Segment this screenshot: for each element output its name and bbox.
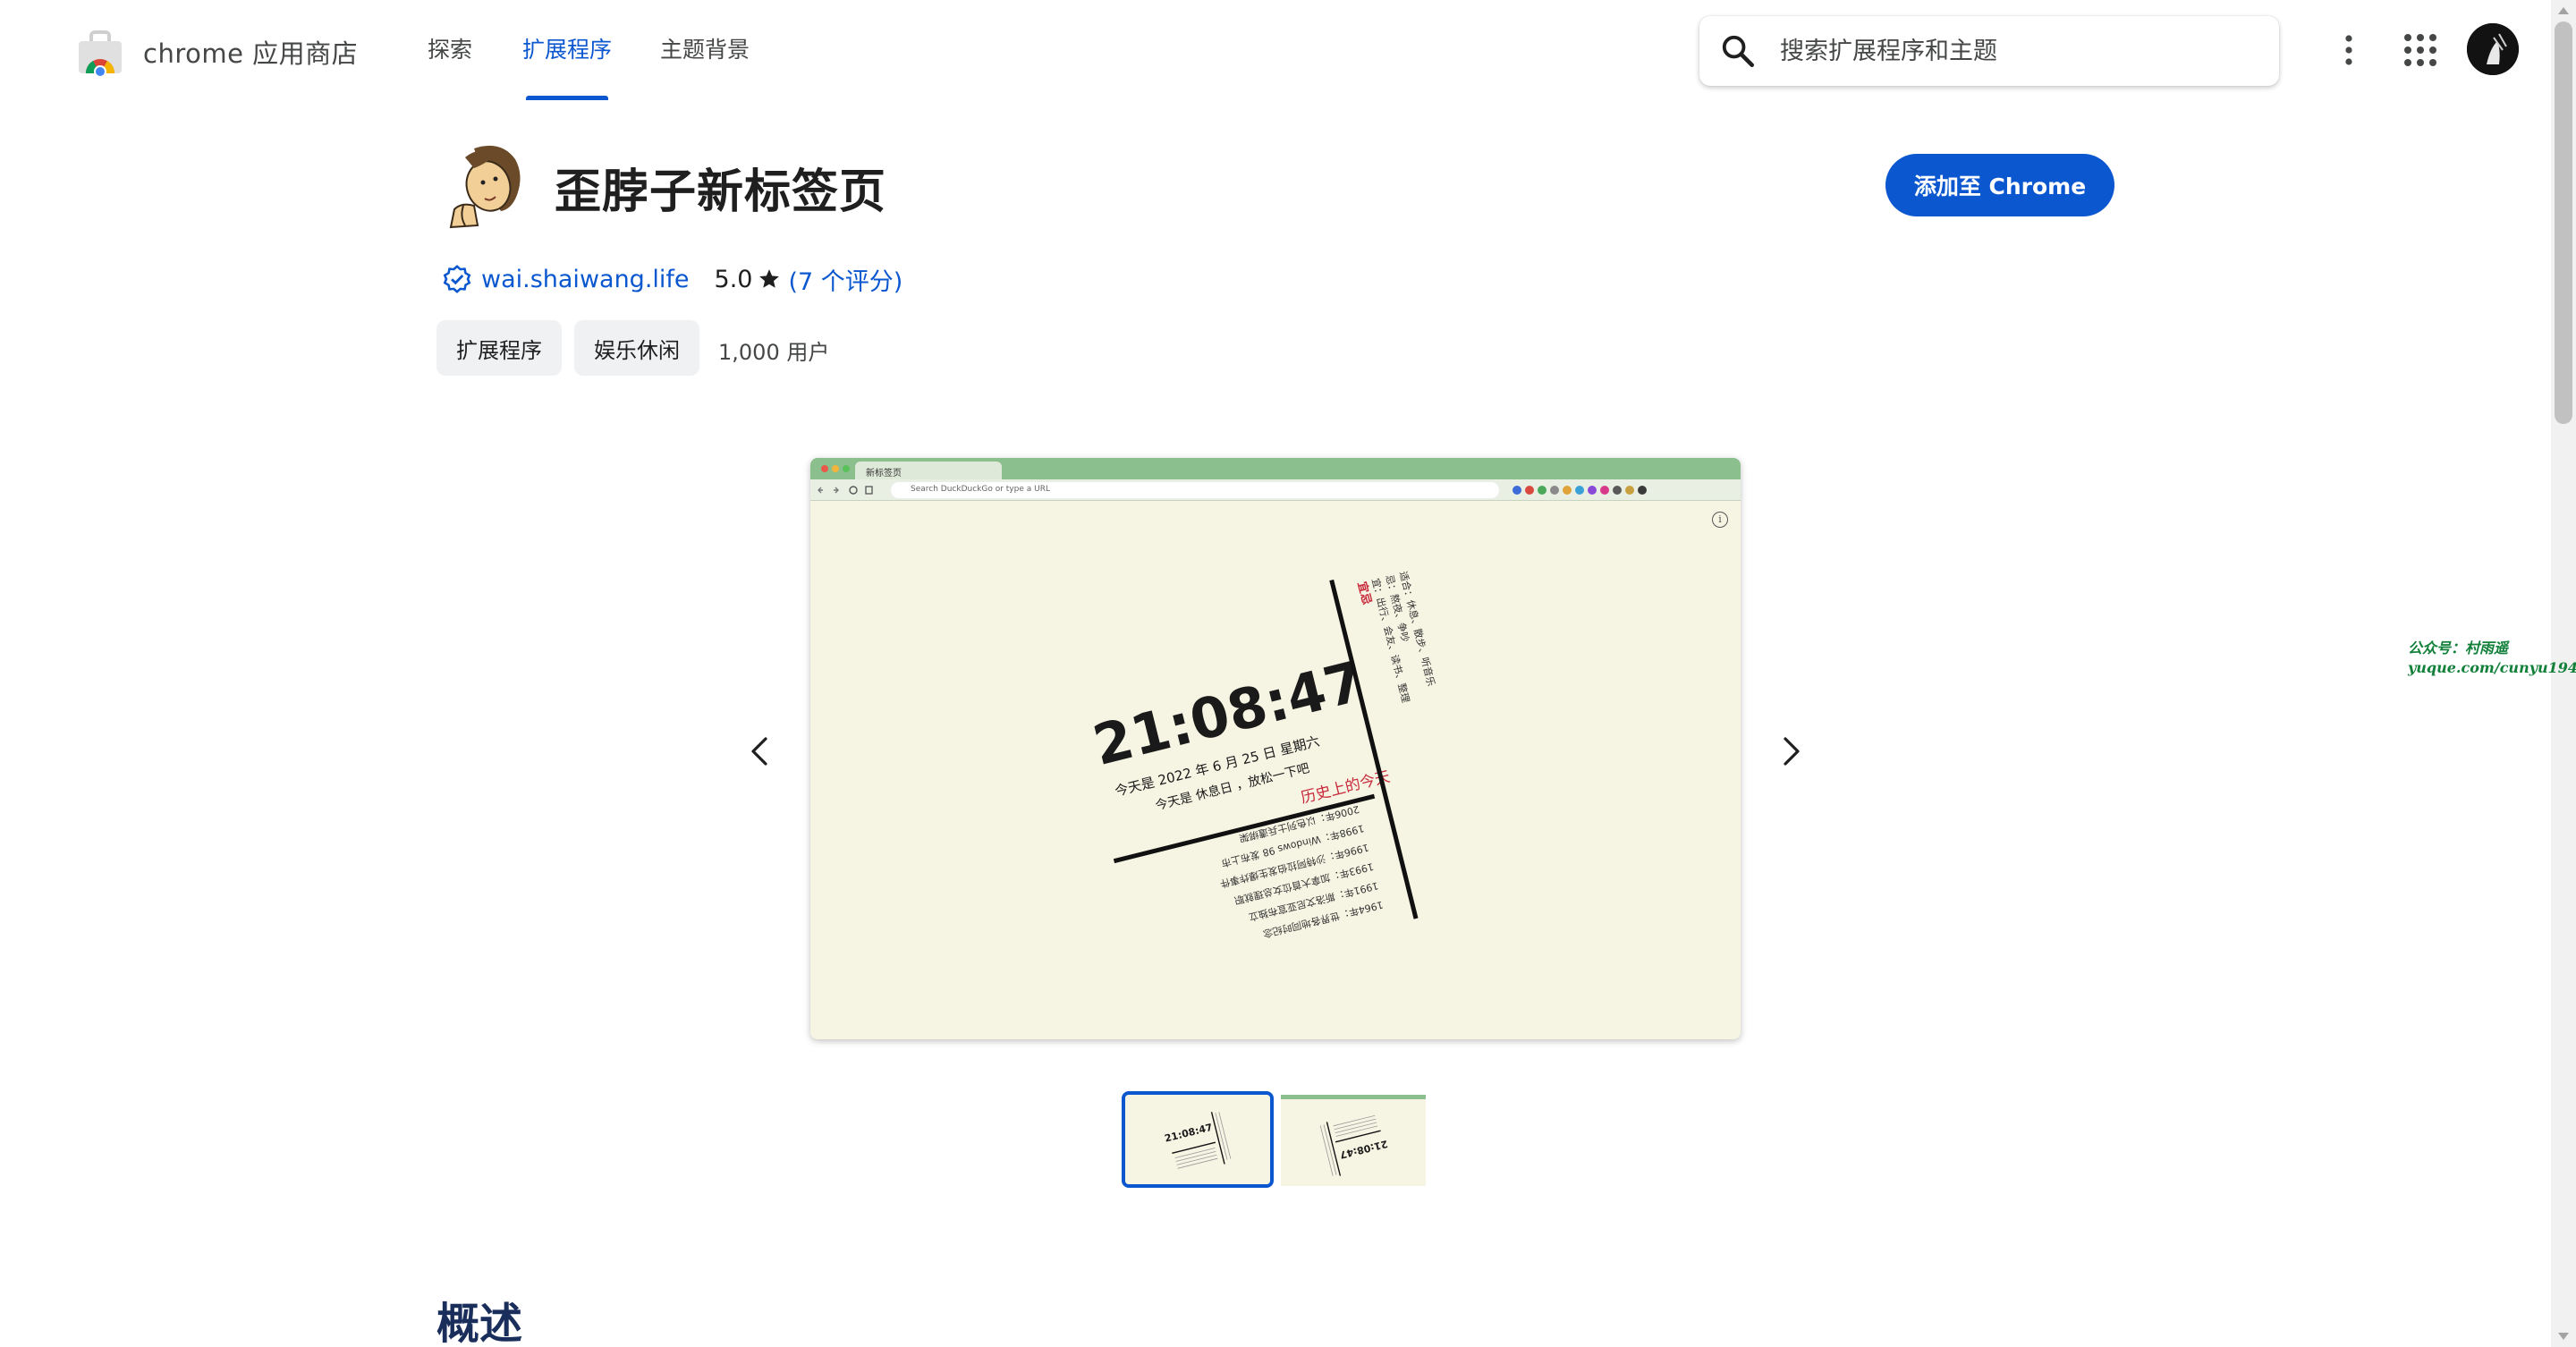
developer-site-link[interactable]: wai.shaiwang.life <box>481 266 690 293</box>
extension-meta-row: wai.shaiwang.life 5.0 (7 个评分) <box>442 261 902 297</box>
search-input[interactable] <box>1780 16 2254 86</box>
more-options-icon[interactable] <box>2334 30 2363 70</box>
tab-extensions-label: 扩展程序 <box>522 37 613 63</box>
overview-heading: 概述 <box>436 1299 523 1347</box>
user-count: 1,000 用户 <box>718 340 830 365</box>
search-icon <box>1722 35 1755 68</box>
google-apps-icon[interactable] <box>2402 32 2438 68</box>
search-box[interactable] <box>1699 16 2279 86</box>
screenshot-main: 新标签页 Search DuckDuckGo or type a URL i 2… <box>810 458 1741 1039</box>
watermark-line-2: yuque.com/cunyu1943 <box>2408 659 2576 676</box>
rating-value: 5.0 <box>714 265 753 293</box>
account-avatar[interactable] <box>2467 23 2519 75</box>
watermark-line-1: 公众号：村雨遥 <box>2408 640 2509 657</box>
add-to-chrome-button[interactable]: 添加至 Chrome <box>1885 154 2114 216</box>
screenshot-thumbnail-2[interactable]: 21:08:47 <box>1281 1095 1426 1186</box>
next-screenshot-icon[interactable] <box>1773 732 1809 771</box>
category-chip-extensions[interactable]: 扩展程序 <box>436 320 562 376</box>
previous-screenshot-icon[interactable] <box>742 732 778 771</box>
tab-themes[interactable]: 主题背景 <box>660 32 750 100</box>
extension-title: 歪脖子新标签页 <box>555 165 887 219</box>
star-icon <box>759 269 780 288</box>
tab-themes-label: 主题背景 <box>660 37 750 63</box>
browser-extension-icons <box>1513 486 1647 495</box>
window-controls-icon <box>821 465 850 472</box>
tab-explore-label: 探索 <box>428 37 473 63</box>
extension-icon <box>438 140 531 233</box>
screenshot-address-bar: Search DuckDuckGo or type a URL <box>891 482 1499 498</box>
verified-badge-icon <box>443 265 471 293</box>
browser-nav-icons <box>818 486 873 495</box>
category-chip-extensions-label: 扩展程序 <box>456 337 542 363</box>
thumbnail-2-art-icon: 21:08:47 <box>1281 1095 1426 1186</box>
category-chip-entertainment[interactable]: 娱乐休闲 <box>574 320 699 376</box>
category-chip-entertainment-label: 娱乐休闲 <box>594 337 680 363</box>
rating-count-link[interactable]: (7 个评分) <box>788 262 902 297</box>
top-bar: chrome 应用商店 探索 扩展程序 主题背景 <box>0 0 2551 100</box>
watermark-text: 公众号：村雨遥 yuque.com/cunyu1943 <box>2408 639 2576 678</box>
tab-extensions[interactable]: 扩展程序 <box>522 32 612 100</box>
screenshot-browser-tab: 新标签页 <box>855 462 1002 479</box>
scrollbar-thumb[interactable] <box>2555 21 2572 424</box>
screenshot-browser-toolbar: Search DuckDuckGo or type a URL <box>810 479 1741 501</box>
tab-explore[interactable]: 探索 <box>428 32 472 100</box>
scroll-down-arrow-icon[interactable] <box>2558 1333 2569 1340</box>
store-brand-link[interactable]: chrome 应用商店 <box>75 27 359 78</box>
scroll-up-arrow-icon[interactable] <box>2558 7 2569 14</box>
screenshot-browser-tabbar: 新标签页 <box>810 458 1741 479</box>
chrome-web-store-logo-icon <box>75 27 125 78</box>
thumbnail-1-art-icon: 21:08:47 <box>1125 1095 1270 1184</box>
store-brand-text: chrome 应用商店 <box>143 38 359 69</box>
tilted-newtab-artwork: 21:08:47 今天是 2022 年 6 月 25 日 星期六 今天是 休息日… <box>1087 570 1437 940</box>
screenshot-thumbnail-1[interactable]: 21:08:47 <box>1122 1091 1274 1188</box>
